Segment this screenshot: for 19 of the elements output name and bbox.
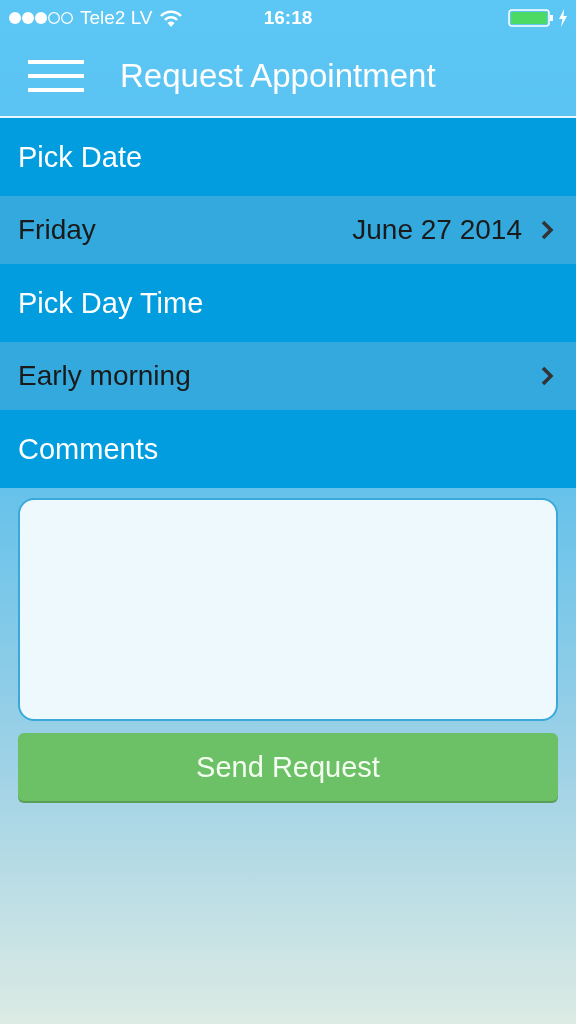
battery-icon: [508, 8, 554, 28]
picker-row[interactable]: Early morning: [0, 342, 576, 410]
comments-field[interactable]: [18, 498, 558, 721]
carrier-name: Tele2 LV: [80, 7, 153, 29]
page-title: Request Appointment: [120, 57, 436, 95]
chevron-icon: [540, 365, 554, 387]
picker-value: June 27 2014: [352, 214, 522, 246]
signal-icon: [8, 11, 74, 25]
charging-icon: [558, 9, 568, 27]
picker-row[interactable]: Friday June 27 2014: [0, 196, 576, 264]
clock-time: 16:18: [263, 7, 313, 29]
section-header: Comments: [18, 432, 159, 466]
menu-button[interactable]: [28, 60, 84, 92]
section-header: Pick Date: [18, 140, 143, 174]
chevron-icon: [540, 219, 554, 241]
wifi-icon: [158, 9, 183, 27]
picker-label: Friday: [18, 214, 96, 246]
picker-label: Early morning: [18, 360, 191, 392]
section-header: Pick Day Time: [18, 286, 204, 320]
